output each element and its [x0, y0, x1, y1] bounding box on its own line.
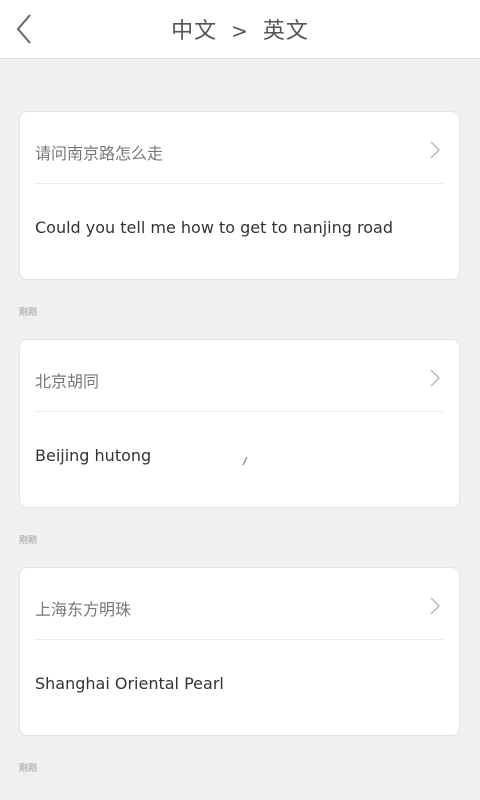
translation-text: Could you tell me how to get to nanjing … — [35, 218, 393, 237]
card-divider — [35, 183, 444, 184]
translation-text: Shanghai Oriental Pearl — [35, 674, 224, 693]
card-divider — [35, 639, 444, 640]
history-card[interactable]: 上海东方明珠 Shanghai Oriental Pearl — [19, 567, 460, 736]
timestamp: 刚刚 — [19, 764, 38, 774]
cursor-mark — [242, 456, 248, 466]
chevron-right-icon — [430, 369, 441, 387]
source-text: 上海东方明珠 — [35, 600, 132, 619]
history-card[interactable]: 请问南京路怎么走 Could you tell me how to get to… — [19, 111, 460, 280]
history-card[interactable]: 北京胡同 Beijing hutong — [19, 339, 460, 508]
timestamp: 刚刚 — [19, 536, 38, 546]
chevron-right-icon — [430, 141, 441, 159]
language-arrow: > — [231, 19, 249, 43]
source-language: 中文 — [171, 19, 218, 44]
language-pair-title: 中文 > 英文 — [0, 13, 480, 45]
source-text: 请问南京路怎么走 — [35, 144, 164, 163]
top-bar: 中文 > 英文 — [0, 0, 480, 59]
source-text: 北京胡同 — [35, 372, 100, 391]
chevron-right-icon — [430, 597, 441, 615]
card-divider — [35, 411, 444, 412]
translation-text: Beijing hutong — [35, 446, 152, 465]
target-language: 英文 — [262, 19, 309, 44]
timestamp: 刚刚 — [19, 308, 38, 318]
